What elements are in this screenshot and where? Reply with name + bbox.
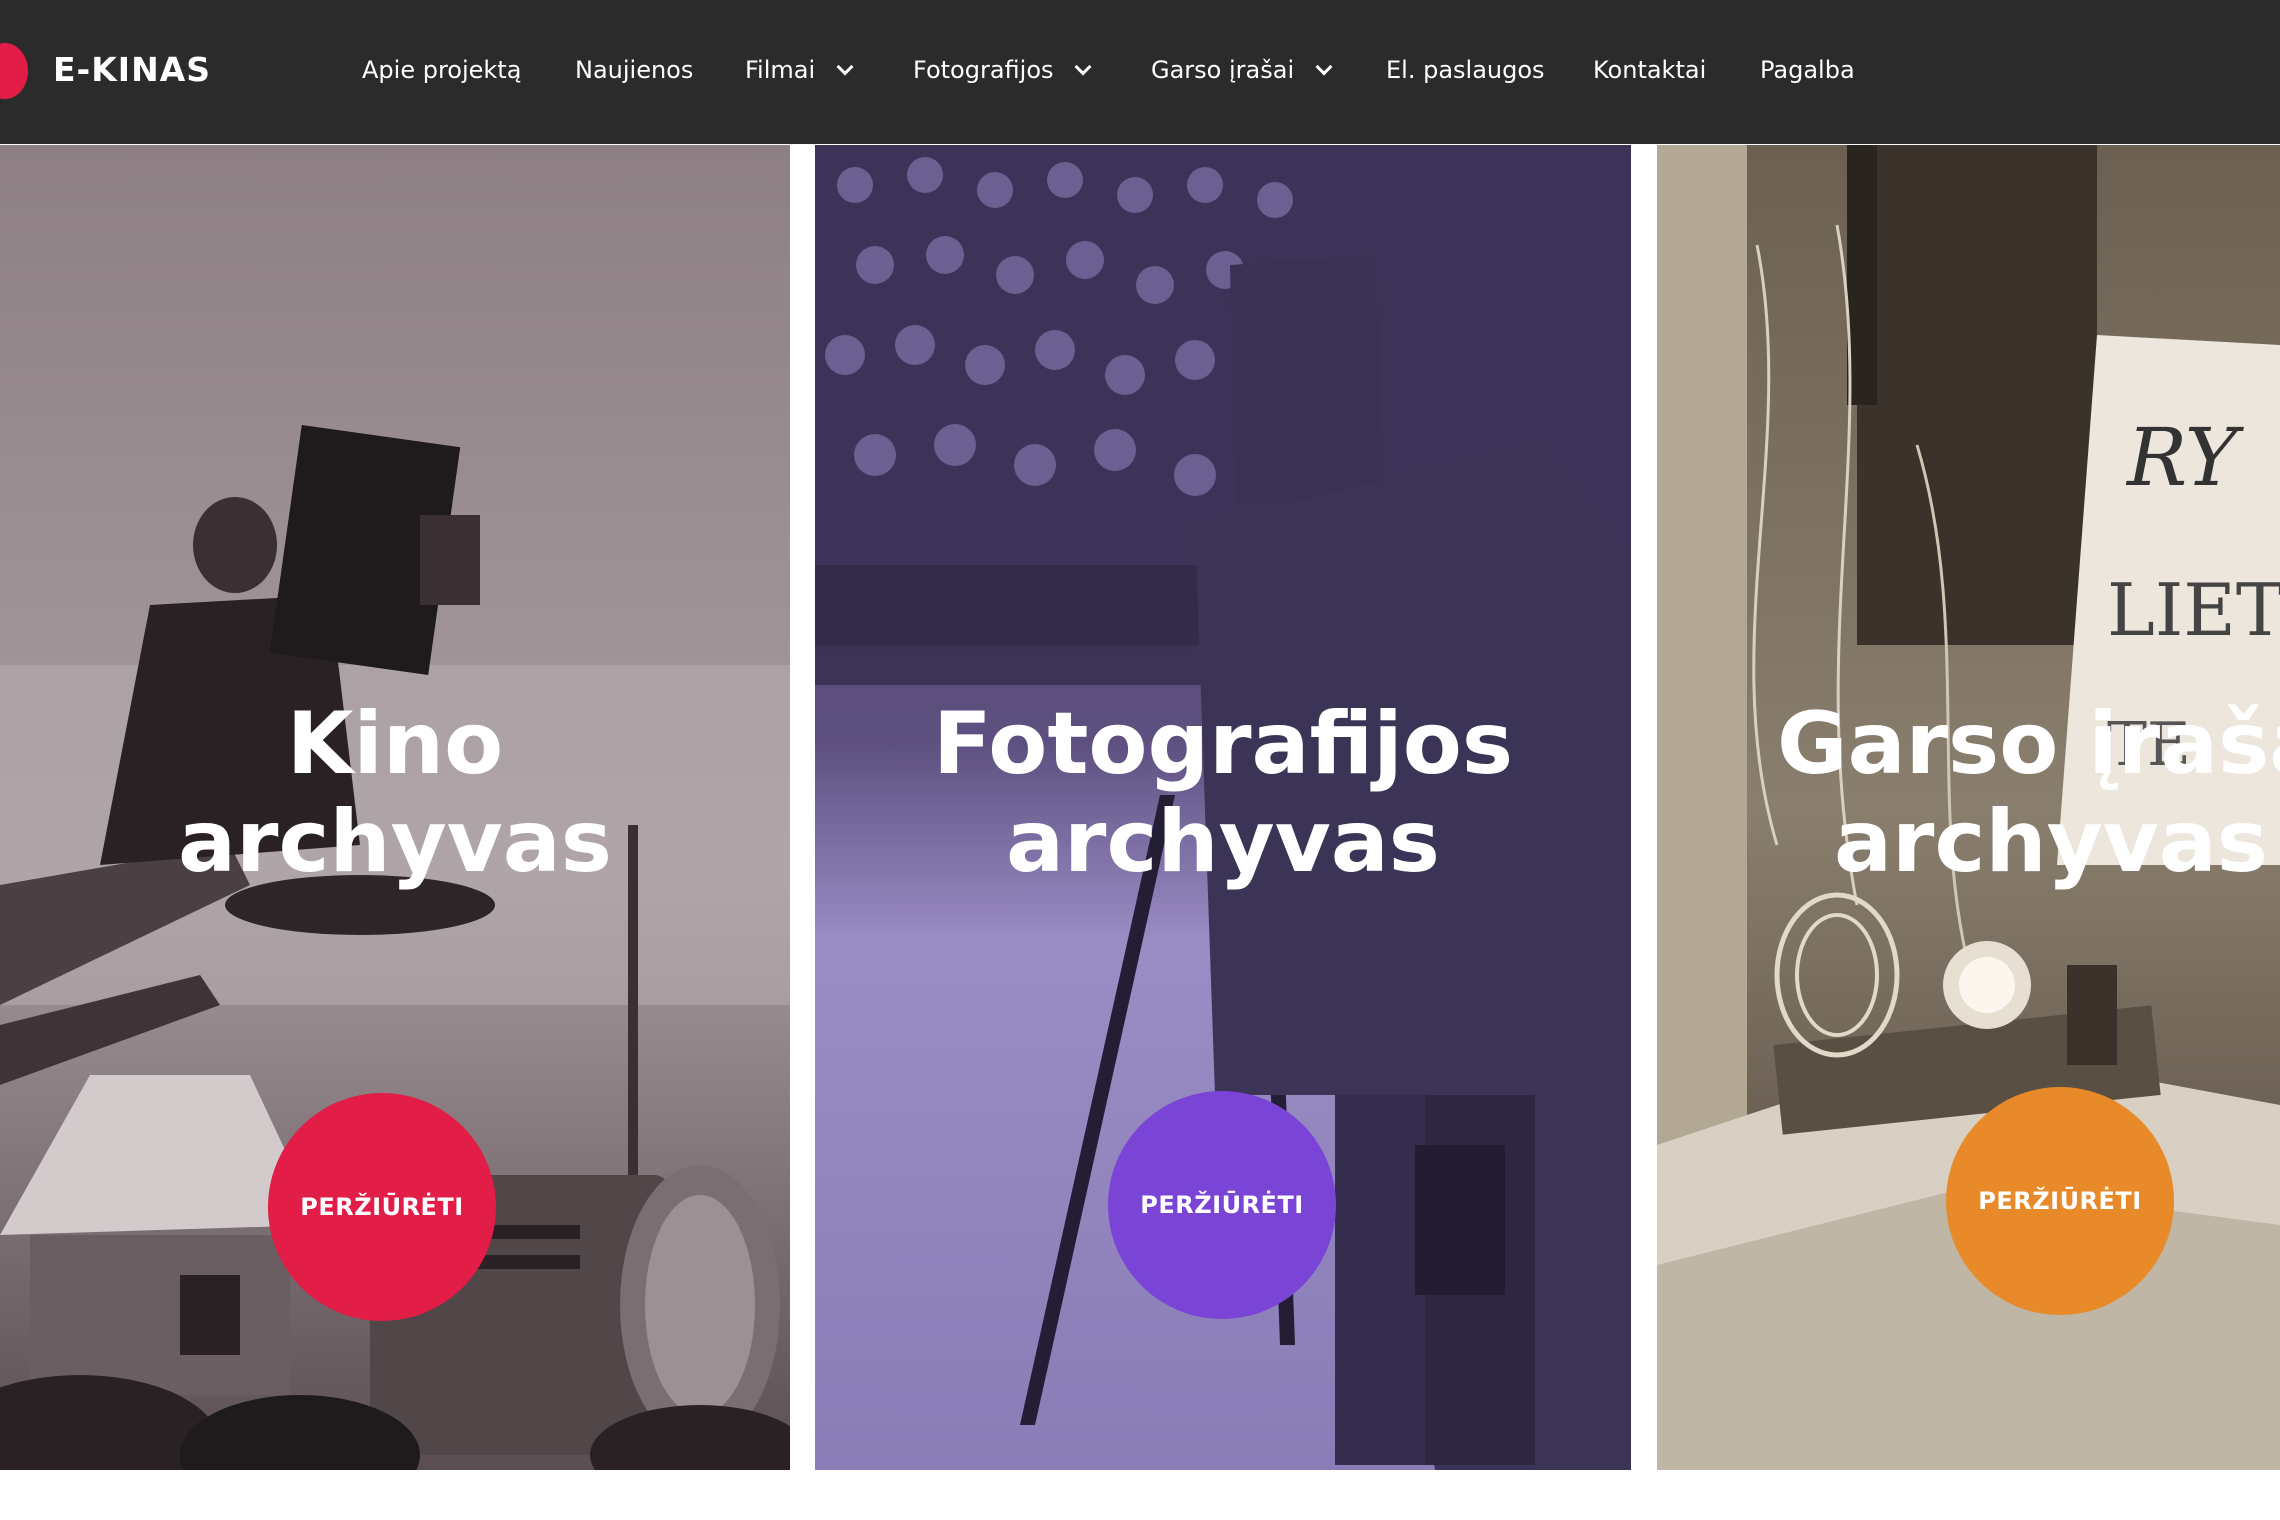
nav-item-label: Filmai: [745, 56, 816, 84]
archive-card-kino[interactable]: Kino archyvas PERŽIŪRĖTI: [0, 145, 790, 1470]
panel-title: Garso įrašai archyvas: [1777, 695, 2280, 891]
panel-title-line1: Kino: [286, 694, 504, 794]
panel-title-line2: archyvas: [1834, 792, 2268, 892]
nav-item-label: Pagalba: [1760, 56, 1855, 84]
nav-item-label: Apie projektą: [362, 56, 522, 84]
panel-title-line1: Garso įrašai: [1777, 694, 2280, 794]
site-header: E-KINAS Apie projektą Naujienos Filmai F…: [0, 0, 2280, 144]
panel-title: Kino archyvas: [0, 695, 790, 891]
view-garso-irasai-button[interactable]: PERŽIŪRĖTI: [1946, 1087, 2174, 1315]
view-kino-button[interactable]: PERŽIŪRĖTI: [268, 1093, 496, 1321]
nav-item-label: Garso įrašai: [1151, 56, 1295, 84]
nav-item-fotografijos[interactable]: Fotografijos: [913, 48, 1092, 92]
panel-title: Fotografijos archyvas: [815, 695, 1631, 891]
nav-item-filmai[interactable]: Filmai: [745, 48, 854, 92]
chevron-down-icon: [1074, 58, 1092, 76]
sign-lettering: LIET: [2107, 568, 2280, 652]
chevron-down-icon: [836, 58, 854, 76]
nav-item-label: Kontaktai: [1593, 56, 1707, 84]
nav-item-label: El. paslaugos: [1386, 56, 1545, 84]
nav-item-apie-projekta[interactable]: Apie projektą: [362, 48, 521, 92]
site-logo[interactable]: E-KINAS: [53, 48, 211, 92]
logo-mark-icon[interactable]: [0, 43, 28, 99]
archive-card-garso-irasai[interactable]: RY LIET TE Garso įrašai archyvas PERŽIŪR…: [1657, 145, 2280, 1470]
nav-item-label: Naujienos: [575, 56, 694, 84]
view-fotografijos-button[interactable]: PERŽIŪRĖTI: [1108, 1091, 1336, 1319]
nav-item-pagalba[interactable]: Pagalba: [1760, 48, 1855, 92]
archive-card-fotografijos[interactable]: Fotografijos archyvas PERŽIŪRĖTI: [815, 145, 1631, 1470]
chevron-down-icon: [1315, 58, 1333, 76]
nav-item-garso-irasai[interactable]: Garso įrašai: [1151, 48, 1333, 92]
nav-item-naujienos[interactable]: Naujienos: [575, 48, 693, 92]
sign-lettering: RY: [2125, 411, 2245, 504]
nav-item-kontaktai[interactable]: Kontaktai: [1593, 48, 1706, 92]
nav-item-el-paslaugos[interactable]: El. paslaugos: [1386, 48, 1545, 92]
panel-title-line2: archyvas: [1006, 792, 1440, 892]
nav-item-label: Fotografijos: [913, 56, 1054, 84]
panel-title-line1: Fotografijos: [932, 694, 1514, 794]
panel-title-line2: archyvas: [178, 792, 612, 892]
